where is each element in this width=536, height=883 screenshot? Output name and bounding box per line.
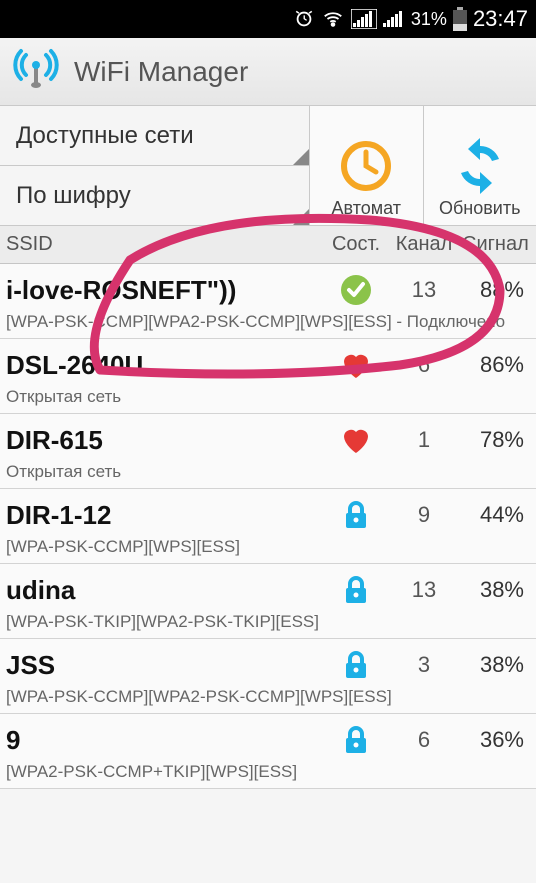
header-status: Сост. — [326, 233, 386, 256]
network-status-icon — [326, 499, 386, 531]
android-status-bar: 31% 23:47 — [0, 0, 536, 38]
network-ssid: udina — [6, 575, 326, 606]
tab-available-networks[interactable]: Доступные сети — [0, 106, 310, 166]
auto-button[interactable]: Автомат — [310, 106, 424, 225]
network-signal: 38% — [462, 652, 530, 678]
table-header: SSID Сост. Канал Сигнал — [0, 226, 536, 264]
header-channel: Канал — [386, 233, 462, 256]
app-header: WiFi Manager — [0, 38, 536, 106]
network-ssid: DIR-615 — [6, 425, 326, 456]
network-channel: 3 — [386, 652, 462, 678]
network-row[interactable]: DSL-2640U 686% Открытая сеть — [0, 339, 536, 414]
network-signal: 86% — [462, 352, 530, 378]
header-signal: Сигнал — [462, 233, 535, 256]
network-ssid: DIR-1-12 — [6, 500, 326, 531]
battery-percent: 31% — [411, 9, 447, 30]
network-detail: Открытая сеть — [6, 387, 530, 407]
tab-by-encryption[interactable]: По шифру — [0, 166, 310, 225]
network-channel: 6 — [386, 727, 462, 753]
network-status-icon — [326, 649, 386, 681]
battery-icon — [453, 7, 467, 31]
auto-label: Автомат — [332, 198, 401, 219]
network-status-icon — [326, 349, 386, 381]
network-row[interactable]: udina 1338% [WPA-PSK-TKIP][WPA2-PSK-TKIP][… — [0, 564, 536, 639]
network-channel: 1 — [386, 427, 462, 453]
network-row[interactable]: i-love-ROSNEFT")) 1388% [WPA-PSK-CCMP][WPA… — [0, 264, 536, 339]
network-ssid: 9 — [6, 725, 326, 756]
network-channel: 13 — [386, 577, 462, 603]
dropdown-indicator-icon — [293, 209, 309, 225]
app-title: WiFi Manager — [74, 56, 248, 88]
network-ssid: JSS — [6, 650, 326, 681]
network-detail: Открытая сеть — [6, 462, 530, 482]
network-detail: [WPA-PSK-CCMP][WPA2-PSK-CCMP][WPS][ESS] … — [6, 312, 530, 332]
network-row[interactable]: DIR-615 178% Открытая сеть — [0, 414, 536, 489]
refresh-icon — [452, 138, 508, 194]
network-status-icon — [326, 274, 386, 306]
network-ssid: i-love-ROSNEFT")) — [6, 275, 326, 306]
clock: 23:47 — [473, 6, 528, 32]
network-status-icon — [326, 724, 386, 756]
network-channel: 13 — [386, 277, 462, 303]
alarm-icon — [293, 8, 315, 30]
network-signal: 38% — [462, 577, 530, 603]
network-detail: [WPA-PSK-CCMP][WPA2-PSK-CCMP][WPS][ESS] — [6, 687, 530, 707]
network-row[interactable]: DIR-1-12 944% [WPA-PSK-CCMP][WPS][ESS] — [0, 489, 536, 564]
header-ssid: SSID — [6, 233, 326, 256]
network-detail: [WPA-PSK-CCMP][WPS][ESS] — [6, 537, 530, 557]
refresh-button[interactable]: Обновить — [424, 106, 536, 225]
clock-icon — [338, 138, 394, 194]
network-status-icon — [326, 424, 386, 456]
network-detail: [WPA-PSK-TKIP][WPA2-PSK-TKIP][ESS] — [6, 612, 530, 632]
signal-2-icon — [383, 9, 405, 29]
dropdown-indicator-icon — [293, 149, 309, 165]
network-signal: 36% — [462, 727, 530, 753]
wifi-icon — [321, 8, 345, 30]
network-signal: 78% — [462, 427, 530, 453]
network-channel: 9 — [386, 502, 462, 528]
network-ssid: DSL-2640U — [6, 350, 326, 381]
network-status-icon — [326, 574, 386, 606]
network-detail: [WPA2-PSK-CCMP+TKIP][WPS][ESS] — [6, 762, 530, 782]
refresh-label: Обновить — [439, 198, 521, 219]
network-signal: 88% — [462, 277, 530, 303]
network-signal: 44% — [462, 502, 530, 528]
network-row[interactable]: 9 636% [WPA2-PSK-CCMP+TKIP][WPS][ESS] — [0, 714, 536, 789]
network-list[interactable]: i-love-ROSNEFT"))1388%[WPA-PSK-CCMP][WPA… — [0, 264, 536, 789]
network-channel: 6 — [386, 352, 462, 378]
signal-1-icon — [351, 9, 377, 29]
wifi-manager-icon — [12, 45, 60, 98]
controls-row: Доступные сети По шифру Автомат Обновить — [0, 106, 536, 226]
tab-label: Доступные сети — [16, 122, 194, 150]
network-row[interactable]: JSS 338% [WPA-PSK-CCMP][WPA2-PSK-CCMP][WPS… — [0, 639, 536, 714]
tab-label: По шифру — [16, 182, 131, 210]
